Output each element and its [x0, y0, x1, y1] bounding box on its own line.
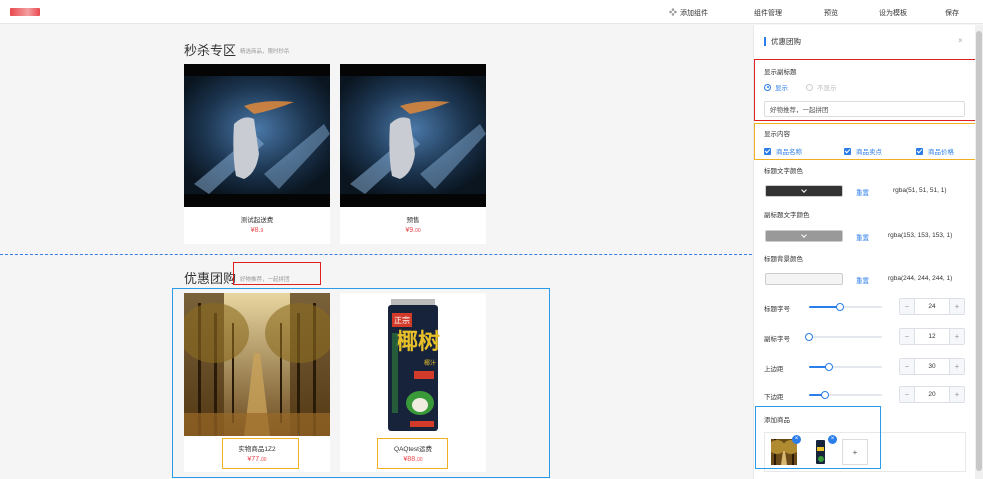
- chevron-down-icon: [801, 232, 807, 238]
- slider-handle[interactable]: [835, 303, 844, 311]
- panel-scrollbar[interactable]: [975, 25, 983, 479]
- product-info-highlight: [222, 438, 299, 469]
- set-template-button[interactable]: 设为模板: [879, 8, 907, 18]
- subtitle-color-value: rgba(153, 153, 153, 1): [888, 232, 953, 239]
- price-decimal: 9: [260, 228, 264, 234]
- radio-dot: [764, 83, 771, 91]
- show-subtitle-label: 显示副标题: [764, 69, 797, 76]
- top-bar: 添加组件 组件管理 预览 设为模板 保存: [0, 0, 983, 24]
- increment-button[interactable]: +: [949, 299, 964, 314]
- increment-button[interactable]: +: [949, 329, 964, 344]
- slider-handle[interactable]: [821, 391, 830, 399]
- margin-top-stepper: −30 +: [899, 358, 965, 375]
- subtitle-highlight: [233, 262, 321, 285]
- product-price: ¥9.00: [340, 227, 486, 234]
- group-buy-title: 优惠团购: [184, 271, 237, 286]
- checkbox-box: [844, 147, 851, 155]
- subtitle-color-picker[interactable]: [765, 230, 843, 242]
- logo: [10, 8, 40, 16]
- margin-top-slider[interactable]: [809, 363, 882, 371]
- checkbox-label: 商品名称: [776, 149, 802, 156]
- panel-title: 优惠团购: [764, 37, 801, 46]
- checkbox-goods-name[interactable]: 商品名称: [764, 146, 802, 156]
- bg-color-label: 标题背景颜色: [764, 256, 803, 263]
- subtitle-color-reset[interactable]: 重置: [856, 232, 869, 242]
- puzzle-icon: [669, 8, 677, 16]
- checkbox-goods-price[interactable]: 商品价格: [916, 146, 954, 156]
- settings-panel: 优惠团购 × 显示副标题 显示 不显示 显示内容 商品名称 商品卖点 商品价格 …: [753, 25, 982, 479]
- component-manage-button[interactable]: 组件管理: [754, 8, 782, 18]
- bg-color-value: rgba(244, 244, 244, 1): [888, 275, 953, 282]
- stepper-value[interactable]: 20: [915, 387, 949, 402]
- increment-button[interactable]: +: [949, 387, 964, 402]
- add-component-label: 添加组件: [680, 10, 708, 17]
- product-name: 测试起送费: [240, 217, 274, 224]
- stepper-value[interactable]: 12: [915, 329, 949, 344]
- add-goods-highlight: [755, 406, 881, 469]
- margin-bottom-label: 下边距: [764, 394, 784, 401]
- close-icon[interactable]: ×: [958, 36, 963, 45]
- radio-dot: [806, 83, 813, 91]
- subtitle-size-stepper: −12 +: [899, 328, 965, 345]
- title-size-slider[interactable]: [809, 303, 882, 311]
- checkbox-label: 商品卖点: [856, 149, 882, 156]
- decrement-button[interactable]: −: [900, 359, 915, 374]
- stepper-value[interactable]: 30: [915, 359, 949, 374]
- selected-component-outline: [0, 254, 752, 255]
- product-card[interactable]: 测试起送费 ¥8.9: [184, 64, 330, 244]
- price-decimal: 00: [415, 228, 421, 234]
- bg-color-picker[interactable]: [765, 273, 843, 285]
- title-size-label: 标题字号: [764, 306, 790, 313]
- radio-hide-label: 不显示: [817, 85, 837, 92]
- margin-top-label: 上边距: [764, 366, 784, 373]
- flash-sale-title: 秒杀专区: [184, 43, 237, 58]
- show-content-label: 显示内容: [764, 131, 790, 138]
- subtitle-size-label: 副标字号: [764, 336, 790, 343]
- preview-button[interactable]: 预览: [824, 8, 838, 18]
- radio-hide[interactable]: 不显示: [806, 82, 837, 92]
- radio-show-label: 显示: [775, 85, 788, 92]
- checkbox-goods-selling-point[interactable]: 商品卖点: [844, 146, 882, 156]
- flash-sale-subtitle: 精选商品，限时秒杀: [240, 49, 290, 55]
- title-color-label: 标题文字颜色: [764, 168, 803, 175]
- product-card[interactable]: 预售 ¥9.00: [340, 64, 486, 244]
- checkbox-label: 商品价格: [928, 149, 954, 156]
- slider-handle[interactable]: [805, 333, 813, 341]
- title-color-reset[interactable]: 重置: [856, 187, 869, 197]
- checkbox-box: [764, 147, 771, 155]
- title-color-value: rgba(51, 51, 51, 1): [893, 187, 947, 194]
- decrement-button[interactable]: −: [900, 387, 915, 402]
- radio-show[interactable]: 显示: [764, 82, 788, 92]
- decrement-button[interactable]: −: [900, 299, 915, 314]
- product-info-highlight: [377, 438, 448, 469]
- stepper-value[interactable]: 24: [915, 299, 949, 314]
- product-name: 预售: [406, 217, 420, 224]
- save-button[interactable]: 保存: [945, 8, 959, 18]
- subtitle-color-label: 副标题文字颜色: [764, 212, 810, 219]
- subtitle-input[interactable]: [764, 101, 965, 117]
- checkbox-box: [916, 147, 923, 155]
- bg-color-reset[interactable]: 重置: [856, 275, 869, 285]
- decrement-button[interactable]: −: [900, 329, 915, 344]
- add-component-button[interactable]: 添加组件: [669, 8, 708, 18]
- product-image: [340, 64, 486, 207]
- scroll-thumb[interactable]: [976, 31, 982, 471]
- margin-bottom-stepper: −20 +: [899, 386, 965, 403]
- product-price: ¥8.9: [184, 227, 330, 234]
- slider-handle[interactable]: [825, 363, 834, 371]
- margin-bottom-slider[interactable]: [809, 391, 882, 399]
- editor-canvas: 秒杀专区 精选商品，限时秒杀 测试起送费 ¥8.9 预售 ¥9.00 优惠团购 …: [0, 25, 752, 479]
- product-image: [184, 64, 330, 207]
- chevron-down-icon: [801, 187, 807, 193]
- title-color-picker[interactable]: [765, 185, 843, 197]
- subtitle-size-slider[interactable]: [805, 333, 882, 341]
- title-size-stepper: −24 +: [899, 298, 965, 315]
- increment-button[interactable]: +: [949, 359, 964, 374]
